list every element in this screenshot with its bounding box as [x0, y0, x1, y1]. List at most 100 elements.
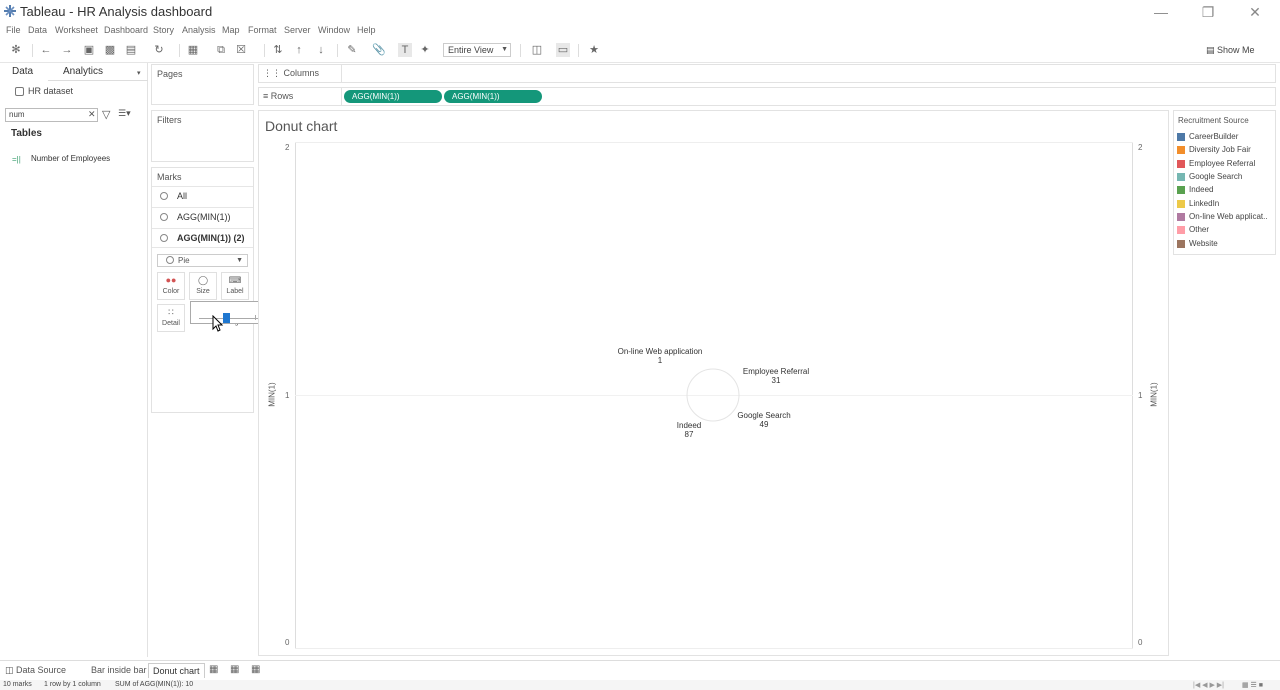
new-worksheet-icon[interactable]: ▦: [186, 43, 200, 57]
clear-sheet-icon[interactable]: ☒: [234, 43, 248, 57]
tab-data-source[interactable]: ◫ Data Source: [5, 663, 66, 678]
marks-agg1-row[interactable]: AGG(MIN(1)): [152, 207, 253, 227]
tableau-home-icon[interactable]: ✻: [9, 43, 23, 57]
legend-label: LinkedIn: [1189, 199, 1220, 208]
menu-worksheet[interactable]: Worksheet: [55, 25, 98, 35]
label-label: Label: [226, 288, 244, 295]
menu-format[interactable]: Format: [248, 25, 277, 35]
sheet-view-icon[interactable]: ▦ ☰ ■: [1242, 681, 1263, 689]
view-options-icon[interactable]: ☰▾: [118, 108, 131, 119]
title-bar: Tableau - HR Analysis dashboard — ❐ ✕: [0, 0, 1280, 24]
row-pill-1[interactable]: AGG(MIN(1)): [344, 90, 442, 103]
y-tick-left: 2: [285, 143, 290, 152]
color-button[interactable]: ●● Color: [157, 272, 185, 300]
detail-button[interactable]: ∷ Detail: [157, 304, 185, 332]
pane-menu-icon[interactable]: ▾: [137, 69, 141, 77]
close-icon[interactable]: ✕: [1232, 3, 1278, 21]
field-number-of-employees[interactable]: Number of Employees: [31, 154, 110, 163]
tab-analytics[interactable]: Analytics: [63, 66, 103, 77]
menu-file[interactable]: File: [6, 25, 21, 35]
show-cards-icon[interactable]: ◫: [530, 43, 544, 57]
refresh-icon[interactable]: ↻: [152, 43, 166, 57]
show-me-label: Show Me: [1217, 45, 1255, 55]
menu-window[interactable]: Window: [318, 25, 350, 35]
gridline: [295, 648, 1133, 649]
size-slider-tick: [255, 315, 256, 320]
new-data-source-icon[interactable]: ▩: [103, 43, 117, 57]
menu-map[interactable]: Map: [222, 25, 240, 35]
pause-updates-icon[interactable]: ▤: [124, 43, 138, 57]
tab-bar-inside-bar[interactable]: Bar inside bar: [91, 663, 147, 678]
menu-story[interactable]: Story: [153, 25, 174, 35]
save-icon[interactable]: ▣: [82, 43, 96, 57]
restore-icon[interactable]: ❐: [1185, 3, 1231, 21]
menu-server[interactable]: Server: [284, 25, 311, 35]
marks-title: Marks: [157, 172, 182, 182]
y-tick-right: 0: [1138, 638, 1143, 647]
sheet-nav-icon[interactable]: |◀ ◀ ▶ ▶|: [1193, 681, 1224, 689]
marks-agg2-row[interactable]: AGG(MIN(1)) (2): [152, 228, 253, 248]
pages-card[interactable]: Pages: [151, 64, 254, 105]
tab-data[interactable]: Data: [12, 66, 33, 77]
data-label-category: Employee Referral: [742, 367, 810, 376]
show-me-button[interactable]: ▤ Show Me: [1206, 43, 1266, 57]
swap-rows-columns-icon[interactable]: ⇅: [271, 43, 285, 57]
share-icon[interactable]: ★: [587, 43, 601, 57]
menu-help[interactable]: Help: [357, 25, 376, 35]
menu-data[interactable]: Data: [28, 25, 47, 35]
marks-all-row[interactable]: All: [152, 186, 253, 206]
datasource-name[interactable]: HR dataset: [28, 86, 73, 96]
clear-search-icon[interactable]: ✕: [88, 109, 96, 120]
label-button[interactable]: ⌨ Label: [221, 272, 249, 300]
filters-card[interactable]: Filters: [151, 110, 254, 162]
donut-chart[interactable]: [686, 368, 740, 422]
legend-item[interactable]: Employee Referral: [1177, 159, 1275, 171]
datasource-icon: [15, 87, 24, 96]
tab-donut-chart[interactable]: Donut chart: [148, 663, 205, 678]
menu-analysis[interactable]: Analysis: [182, 25, 216, 35]
legend-item[interactable]: LinkedIn: [1177, 199, 1275, 211]
sort-descending-icon[interactable]: ↓: [314, 43, 328, 57]
size-button[interactable]: ◯ Size: [189, 272, 217, 300]
legend-item[interactable]: Other: [1177, 225, 1275, 237]
menu-bar: File Data Worksheet Dashboard Story Anal…: [0, 24, 1280, 38]
pie-mark-icon: [160, 213, 168, 221]
new-worksheet-icon[interactable]: ▦: [209, 664, 218, 675]
sort-ascending-icon[interactable]: ↑: [292, 43, 306, 57]
fit-view-dropdown[interactable]: Entire View ▼: [443, 43, 511, 57]
group-members-icon[interactable]: 📎: [372, 43, 386, 57]
active-tab-indicator: [0, 79, 48, 81]
size-slider-thumb[interactable]: [223, 313, 230, 323]
highlight-icon[interactable]: ✎: [345, 43, 359, 57]
duplicate-sheet-icon[interactable]: ⧉: [214, 43, 228, 57]
mark-type-dropdown[interactable]: Pie ▼: [157, 254, 248, 267]
toolbar-divider: [337, 44, 338, 57]
undo-icon[interactable]: ←: [39, 43, 53, 57]
legend-swatch: [1177, 240, 1185, 248]
rows-label-text: Rows: [270, 91, 294, 101]
filter-icon[interactable]: ▽: [102, 108, 110, 121]
legend-item[interactable]: CareerBuilder: [1177, 132, 1275, 144]
show-mark-labels-icon[interactable]: T: [398, 43, 412, 57]
legend-item[interactable]: Website: [1177, 239, 1275, 251]
legend-item[interactable]: Indeed: [1177, 185, 1275, 197]
status-sum: SUM of AGG(MIN(1)): 10: [115, 681, 194, 688]
rows-shelf[interactable]: ≡ Rows AGG(MIN(1)) AGG(MIN(1)): [258, 87, 1276, 106]
data-label-indeed: Indeed 87: [674, 421, 704, 439]
legend-item[interactable]: Diversity Job Fair: [1177, 145, 1275, 157]
fix-axes-icon[interactable]: ✦: [418, 43, 432, 57]
presentation-mode-icon[interactable]: ▭: [556, 43, 570, 57]
legend-item[interactable]: Google Search: [1177, 172, 1275, 184]
columns-shelf[interactable]: ⋮⋮ Columns: [258, 64, 1276, 83]
legend-item[interactable]: On-line Web applicat..: [1177, 212, 1275, 224]
new-dashboard-icon[interactable]: ▦: [230, 664, 239, 675]
field-search-input[interactable]: num: [5, 108, 98, 122]
new-story-icon[interactable]: ▦: [251, 664, 260, 675]
color-label: Color: [162, 288, 180, 295]
legend-title: Recruitment Source: [1178, 116, 1249, 125]
legend-label: Indeed: [1189, 185, 1214, 194]
row-pill-2[interactable]: AGG(MIN(1)): [444, 90, 542, 103]
minimize-icon[interactable]: —: [1138, 3, 1184, 21]
menu-dashboard[interactable]: Dashboard: [104, 25, 148, 35]
redo-icon[interactable]: →: [60, 43, 74, 57]
